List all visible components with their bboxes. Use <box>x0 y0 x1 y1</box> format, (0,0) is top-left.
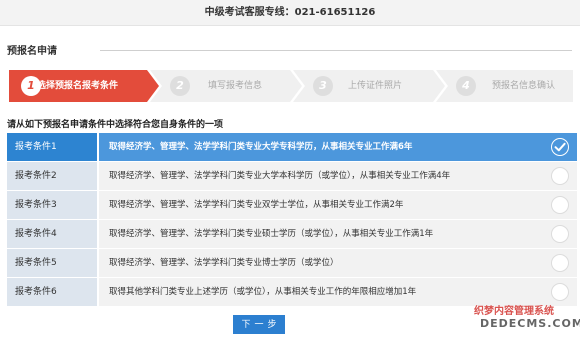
condition-row-1[interactable]: 报考条件1 取得经济学、管理学、法学学科门类专业大学专科学历，从事相关专业工作满… <box>7 133 577 161</box>
condition-text: 取得经济学、管理学、法学学科门类专业双学士学位，从事相关专业工作满2年 <box>99 191 577 219</box>
condition-row-3[interactable]: 报考条件3 取得经济学、管理学、法学学科门类专业双学士学位，从事相关专业工作满2… <box>7 191 577 219</box>
radio-empty-icon[interactable] <box>551 167 569 185</box>
step-3-number: 3 <box>313 76 333 96</box>
step-2-number: 2 <box>170 76 190 96</box>
condition-name: 报考条件4 <box>7 220 97 248</box>
title-divider <box>100 50 572 51</box>
step-4: 4 预报名信息确认 <box>436 70 575 102</box>
next-step-button[interactable]: 下一步 <box>233 315 285 334</box>
radio-empty-icon[interactable] <box>551 254 569 272</box>
condition-text: 取得经济学、管理学、法学学科门类专业硕士学历（或学位），从事相关专业工作满1年 <box>99 220 577 248</box>
condition-name: 报考条件3 <box>7 191 97 219</box>
step-progress-bar: 1 选择预报名报考条件 2 填写报考信息 3 上传证件照片 4 预报名信息确认 <box>7 70 575 102</box>
step-3-label: 上传证件照片 <box>348 81 403 91</box>
step-4-label: 预报名信息确认 <box>492 81 556 91</box>
condition-text: 取得经济学、管理学、法学学科门类专业大学专科学历，从事相关专业工作满6年 <box>99 133 577 161</box>
condition-row-5[interactable]: 报考条件5 取得经济学、管理学、法学学科门类专业博士学历（或学位） <box>7 249 577 277</box>
section-title: 预报名申请 <box>7 46 57 57</box>
condition-text: 取得经济学、管理学、法学学科门类专业博士学历（或学位） <box>99 249 577 277</box>
watermark-cn: 织梦内容管理系统 <box>474 306 554 317</box>
radio-empty-icon[interactable] <box>551 196 569 214</box>
check-icon[interactable] <box>551 138 569 156</box>
step-1: 1 选择预报名报考条件 <box>7 70 157 102</box>
watermark-logo: 织梦内容管理系统 DEDECMS.COM <box>470 302 580 334</box>
step-3: 3 上传证件照片 <box>293 70 443 102</box>
radio-empty-icon[interactable] <box>551 225 569 243</box>
customer-service-hotline: 中级考试客服专线：021-61651126 <box>0 0 580 26</box>
condition-text: 取得经济学、管理学、法学学科门类专业大学本科学历（或学位），从事相关专业工作满4… <box>99 162 577 190</box>
step-2: 2 填写报考信息 <box>150 70 300 102</box>
step-2-label: 填写报考信息 <box>208 81 263 91</box>
condition-name: 报考条件2 <box>7 162 97 190</box>
step-1-label: 选择预报名报考条件 <box>37 81 119 91</box>
condition-row-4[interactable]: 报考条件4 取得经济学、管理学、法学学科门类专业硕士学历（或学位），从事相关专业… <box>7 220 577 248</box>
condition-list: 报考条件1 取得经济学、管理学、法学学科门类专业大学专科学历，从事相关专业工作满… <box>7 133 577 307</box>
step-4-number: 4 <box>456 76 476 96</box>
instruction-text: 请从如下预报名申请条件中选择符合您自身条件的一项 <box>7 120 224 130</box>
watermark-en: DEDECMS.COM <box>480 317 580 330</box>
condition-name: 报考条件6 <box>7 278 97 306</box>
condition-name: 报考条件5 <box>7 249 97 277</box>
condition-name: 报考条件1 <box>7 133 97 161</box>
condition-row-2[interactable]: 报考条件2 取得经济学、管理学、法学学科门类专业大学本科学历（或学位），从事相关… <box>7 162 577 190</box>
radio-empty-icon[interactable] <box>551 283 569 301</box>
